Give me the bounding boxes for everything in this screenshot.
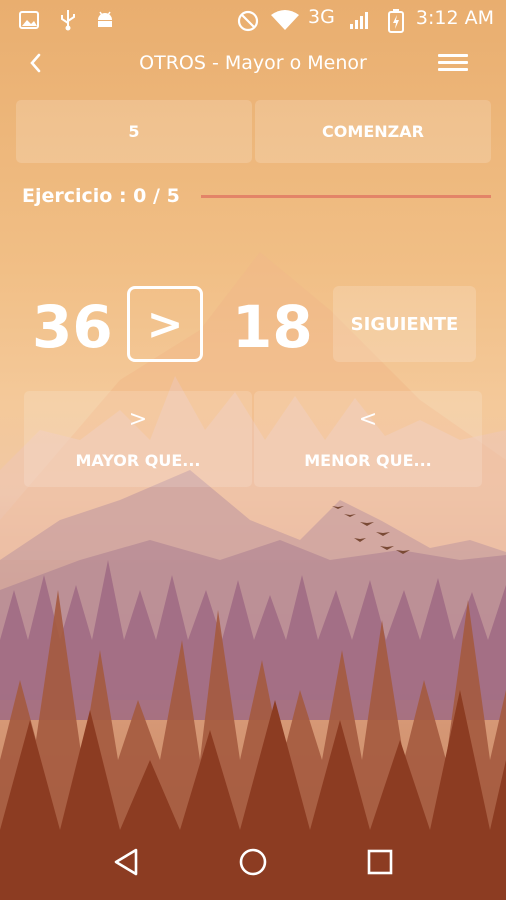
greater-than-button[interactable]: > MAYOR QUE... (24, 391, 252, 487)
next-button[interactable]: SIGUIENTE (333, 286, 476, 362)
status-bar: 3G 3:12 AM (0, 0, 506, 40)
controls-bar: 5 COMENZAR (16, 100, 491, 163)
operator-box: > (127, 286, 203, 362)
hamburger-menu-icon[interactable] (436, 50, 470, 78)
image-icon (19, 11, 39, 29)
less-than-button[interactable]: < MENOR QUE... (254, 391, 482, 487)
battery-charging-icon (388, 9, 404, 33)
progress-label: Ejercicio : 0 / 5 (22, 185, 180, 207)
home-circle-icon[interactable] (233, 842, 273, 882)
count-selector[interactable]: 5 (16, 100, 252, 163)
status-time: 3:12 AM (415, 7, 494, 29)
app-bar: OTROS - Mayor o Menor (0, 40, 506, 88)
choice-bar: > MAYOR QUE... < MENOR QUE... (24, 391, 482, 487)
count-value: 5 (128, 122, 140, 141)
screen: 3G 3:12 AM OTROS - Mayor o Menor 5 COMEN… (0, 0, 506, 900)
progress-bar (201, 195, 491, 198)
left-number: 36 (32, 293, 113, 361)
android-icon (98, 11, 112, 27)
less-than-icon: < (358, 407, 378, 432)
system-nav-bar (0, 820, 506, 900)
less-than-label: MENOR QUE... (304, 451, 432, 470)
greater-than-icon: > (128, 407, 148, 432)
signal-icon (350, 12, 368, 29)
greater-than-label: MAYOR QUE... (75, 451, 201, 470)
right-number: 18 (232, 293, 313, 361)
start-button[interactable]: COMENZAR (255, 100, 491, 163)
recents-square-icon[interactable] (360, 842, 400, 882)
network-type: 3G (308, 6, 335, 28)
do-not-disturb-icon (237, 10, 259, 32)
wifi-icon (271, 10, 299, 30)
usb-icon (61, 10, 75, 31)
back-triangle-icon[interactable] (106, 842, 146, 882)
page-title: OTROS - Mayor o Menor (139, 52, 367, 74)
